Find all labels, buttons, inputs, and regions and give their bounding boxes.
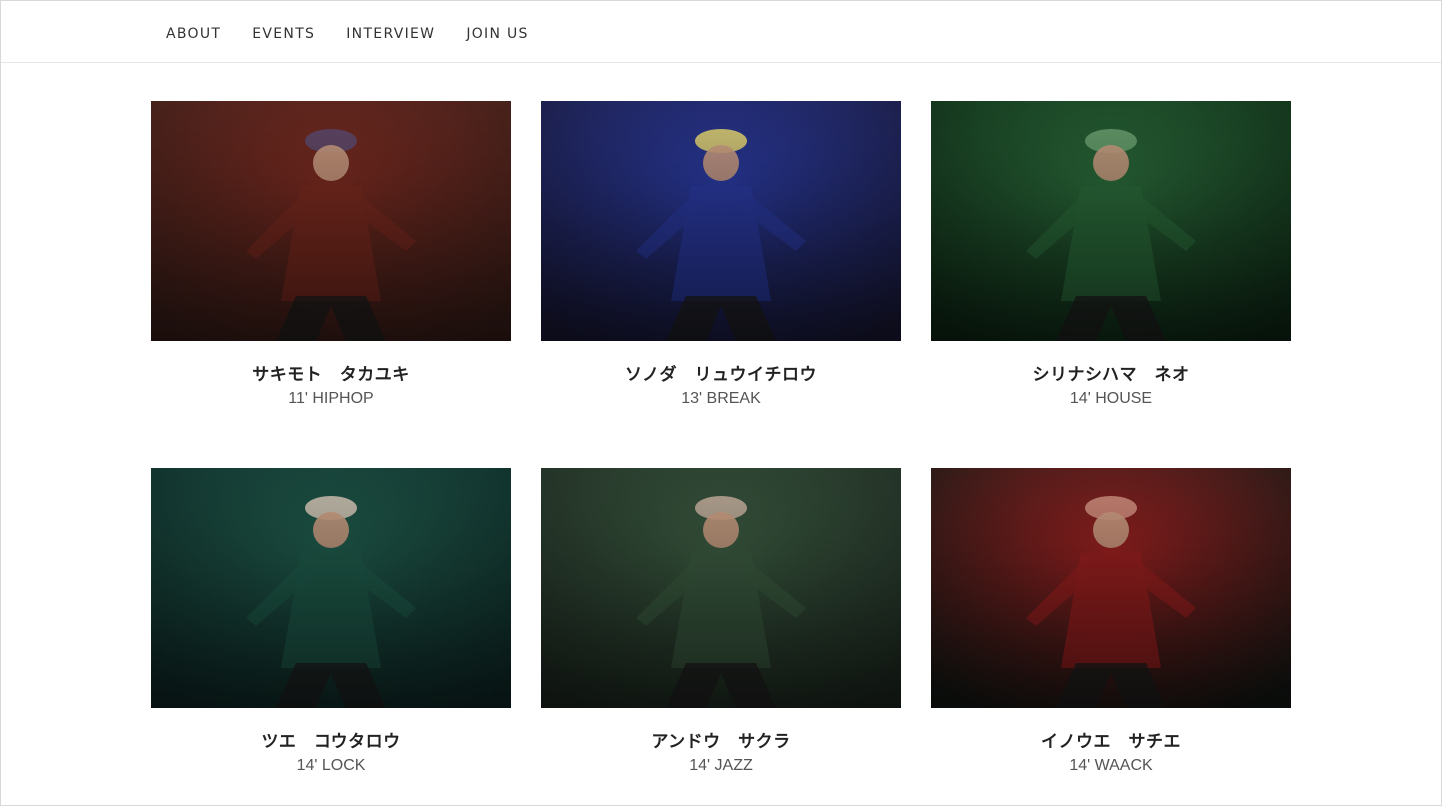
member-card[interactable]: イノウエ サチエ 14' WAACK — [931, 468, 1291, 775]
member-class-genre: 14' JAZZ — [689, 757, 753, 774]
member-name: ソノダ リュウイチロウ — [625, 365, 817, 385]
nav-events[interactable]: EVENTS — [252, 26, 315, 43]
member-card[interactable]: サキモト タカユキ 11' HIPHOP — [151, 101, 511, 408]
nav-about[interactable]: ABOUT — [166, 26, 221, 43]
top-navbar: ABOUT EVENTS INTERVIEW JOIN US — [1, 1, 1441, 63]
member-name: シリナシハマ ネオ — [1032, 365, 1190, 385]
member-card[interactable]: シリナシハマ ネオ 14' HOUSE — [931, 101, 1291, 408]
nav-join-us[interactable]: JOIN US — [466, 26, 528, 43]
member-card[interactable]: ソノダ リュウイチロウ 13' BREAK — [541, 101, 901, 408]
member-name: アンドウ サクラ — [651, 732, 791, 752]
member-card[interactable]: アンドウ サクラ 14' JAZZ — [541, 468, 901, 775]
member-name: ツエ コウタロウ — [261, 732, 401, 752]
member-photo[interactable] — [931, 101, 1291, 341]
member-class-genre: 14' LOCK — [296, 757, 366, 774]
member-photo[interactable] — [151, 101, 511, 341]
member-card[interactable]: ツエ コウタロウ 14' LOCK — [151, 468, 511, 775]
member-photo[interactable] — [541, 468, 901, 708]
member-class-genre: 13' BREAK — [681, 390, 761, 407]
member-photo[interactable] — [151, 468, 511, 708]
member-class-genre: 14' WAACK — [1069, 757, 1153, 774]
nav-menu: ABOUT EVENTS INTERVIEW JOIN US — [166, 26, 560, 43]
member-name: サキモト タカユキ — [252, 365, 410, 385]
nav-interview[interactable]: INTERVIEW — [346, 26, 435, 43]
member-class-genre: 11' HIPHOP — [288, 390, 374, 407]
member-photo[interactable] — [931, 468, 1291, 708]
member-class-genre: 14' HOUSE — [1069, 390, 1153, 407]
member-photo[interactable] — [541, 101, 901, 341]
member-name: イノウエ サチエ — [1041, 732, 1181, 752]
